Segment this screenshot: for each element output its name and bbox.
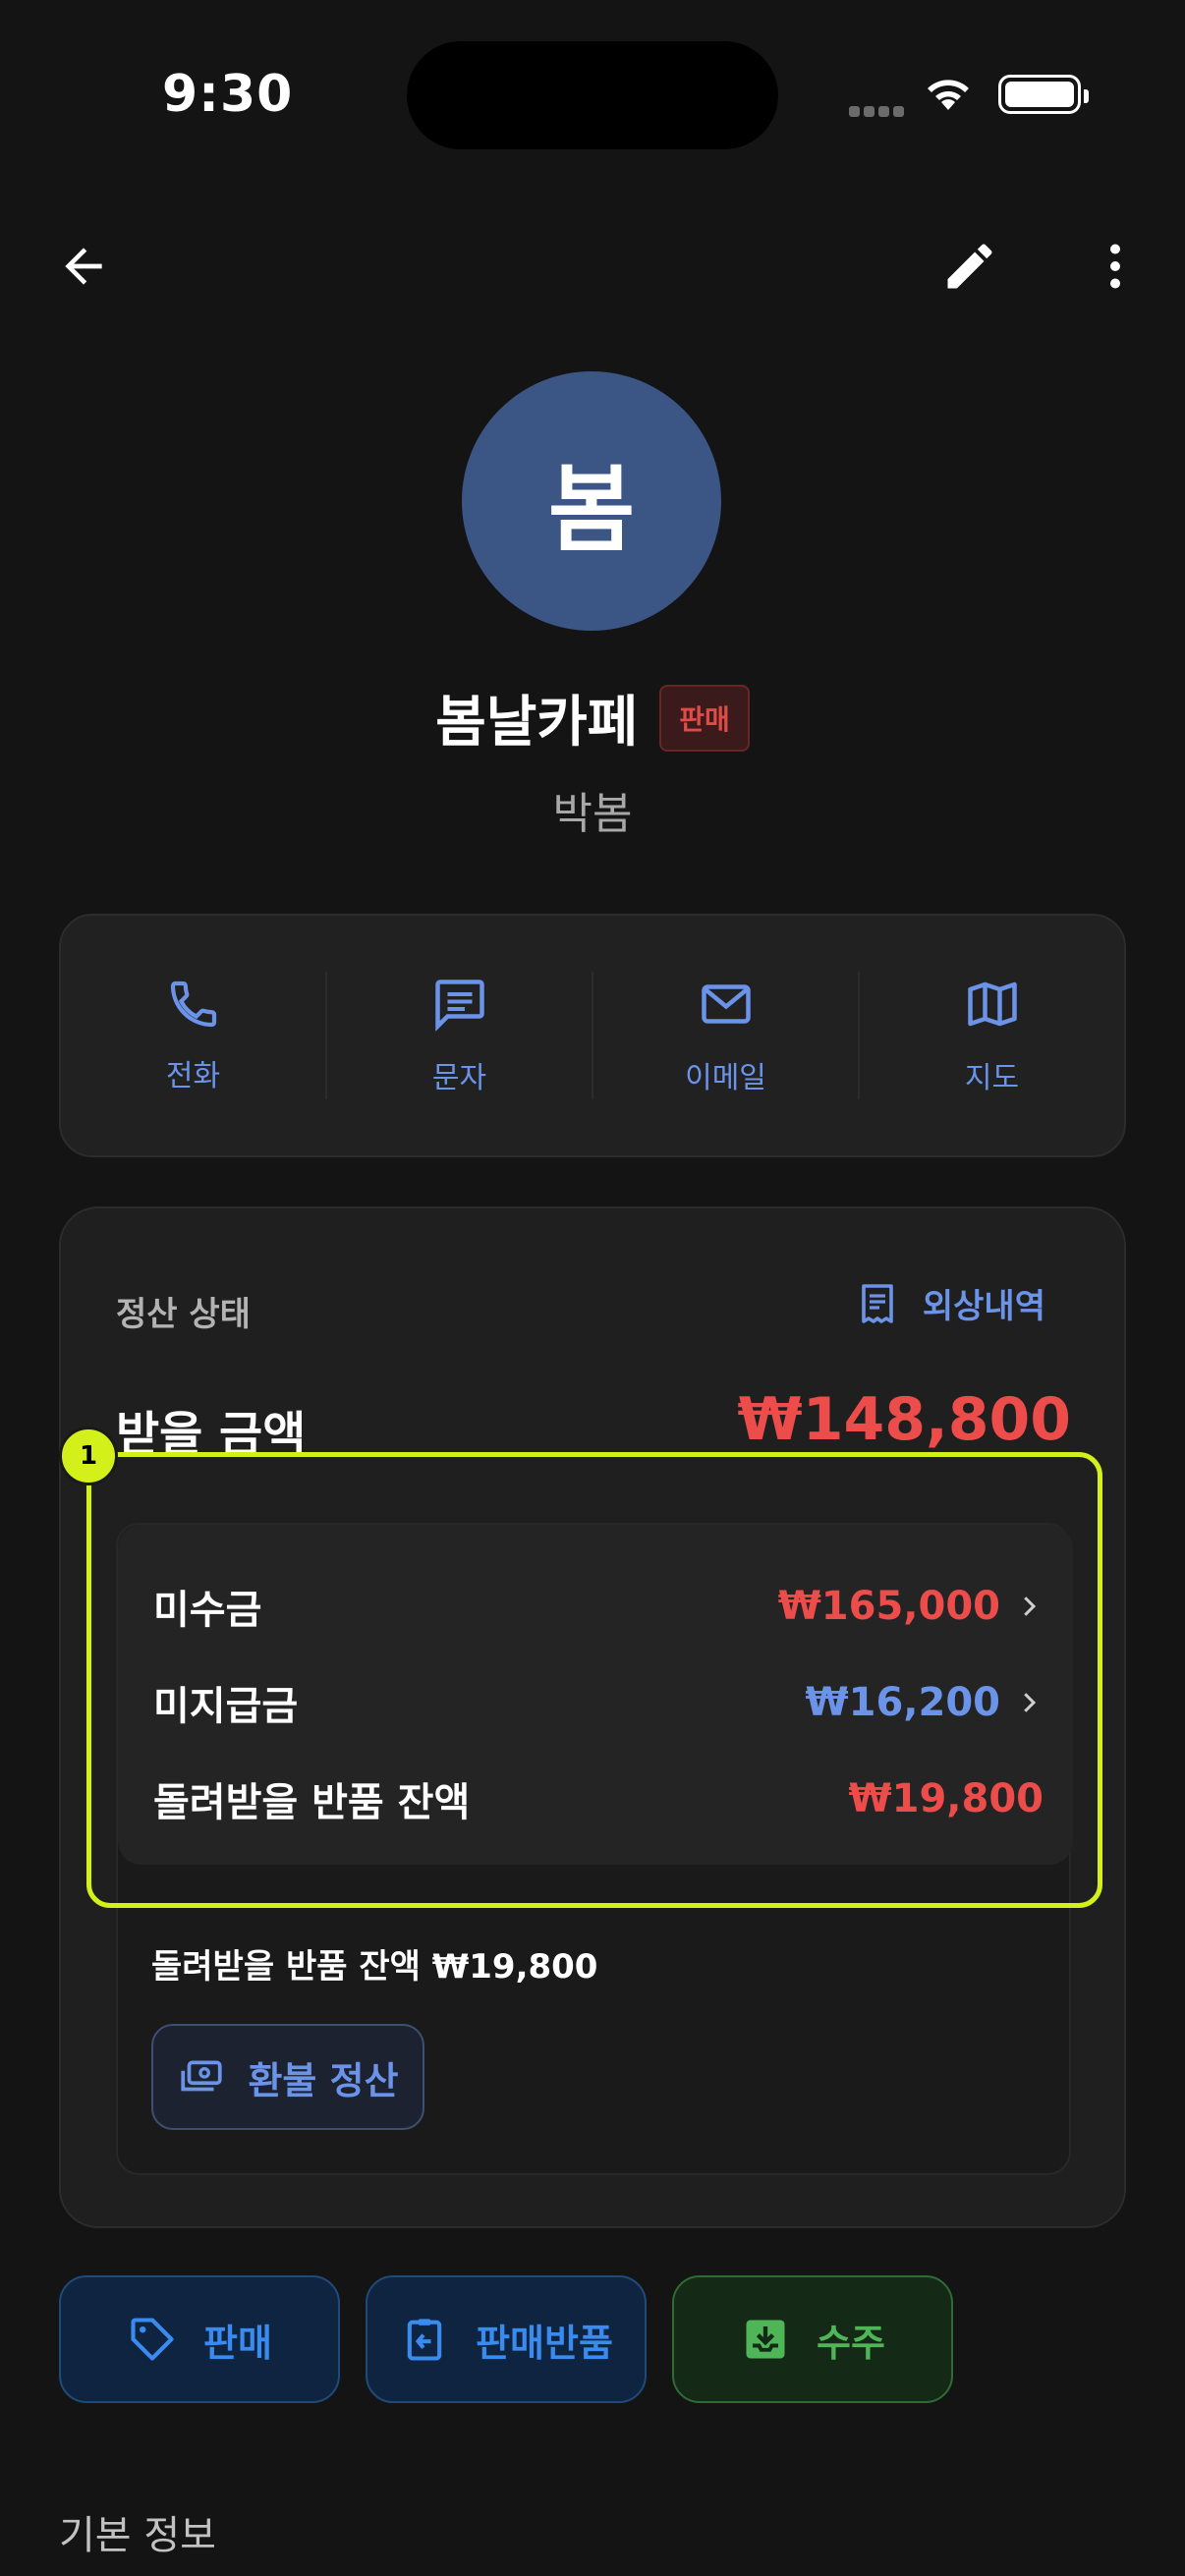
- sale-button[interactable]: 판매: [59, 2275, 340, 2403]
- signal-icon: [849, 102, 908, 121]
- ledger-link-label: 외상내역: [922, 1287, 1045, 1326]
- status-bar: 9:30: [0, 0, 1185, 187]
- back-button[interactable]: [49, 232, 118, 301]
- email-label: 이메일: [685, 1061, 766, 1095]
- arrow-left-icon: [65, 248, 102, 285]
- status-time: 9:30: [162, 65, 294, 124]
- order-label: 수주: [817, 2321, 885, 2365]
- edit-button[interactable]: [935, 232, 1004, 301]
- message-icon: [434, 980, 484, 1032]
- annotation-marker: 1: [59, 1427, 118, 1485]
- return-icon: [407, 2319, 442, 2361]
- receivable-amount: ₩148,800: [737, 1385, 1071, 1454]
- map-icon: [967, 981, 1017, 1027]
- customer-name: 봄날카페: [435, 691, 639, 755]
- map-label: 지도: [964, 1061, 1020, 1095]
- type-badge: 판매: [659, 684, 750, 752]
- more-vertical-icon: [1110, 244, 1120, 289]
- call-label: 전화: [165, 1059, 221, 1093]
- money-icon: [181, 2060, 223, 2092]
- avatar: 봄: [462, 371, 721, 631]
- call-action[interactable]: 전화: [61, 972, 327, 1099]
- pencil-icon: [947, 244, 992, 289]
- phone-icon: [170, 980, 216, 1028]
- quick-actions: 전화 문자 이메일 지도: [59, 914, 1126, 1157]
- settlement-heading: 정산 상태: [116, 1295, 251, 1334]
- map-action[interactable]: 지도: [860, 972, 1124, 1099]
- message-label: 문자: [431, 1061, 487, 1095]
- message-action[interactable]: 문자: [327, 972, 593, 1099]
- highlight-box: [86, 1452, 1102, 1908]
- mail-icon: [701, 984, 751, 1024]
- basic-info-heading: 기본 정보: [59, 2513, 216, 2558]
- order-button[interactable]: 수주: [672, 2275, 953, 2403]
- sale-return-label: 판매반품: [476, 2321, 613, 2365]
- wifi-icon: [924, 73, 973, 116]
- return-balance-text: 돌려받을 반품 잔액 ₩19,800: [151, 1947, 598, 1987]
- sale-label: 판매: [203, 2321, 272, 2365]
- receipt-icon: [862, 1283, 893, 1323]
- tag-icon: [131, 2318, 174, 2361]
- more-button[interactable]: [1081, 232, 1150, 301]
- refund-settle-label: 환불 정산: [248, 2058, 399, 2102]
- dynamic-island: [407, 41, 778, 149]
- email-action[interactable]: 이메일: [593, 972, 860, 1099]
- transaction-actions: 판매 판매반품 수주: [59, 2275, 953, 2403]
- battery-icon: [998, 75, 1089, 114]
- name-row: 봄날카페 판매: [0, 678, 1185, 757]
- sale-return-button[interactable]: 판매반품: [366, 2275, 647, 2403]
- inbox-download-icon: [746, 2320, 785, 2359]
- ledger-link[interactable]: 외상내역: [854, 1279, 1045, 1327]
- refund-settle-button[interactable]: 환불 정산: [151, 2024, 424, 2130]
- contact-person: 박봄: [552, 789, 633, 839]
